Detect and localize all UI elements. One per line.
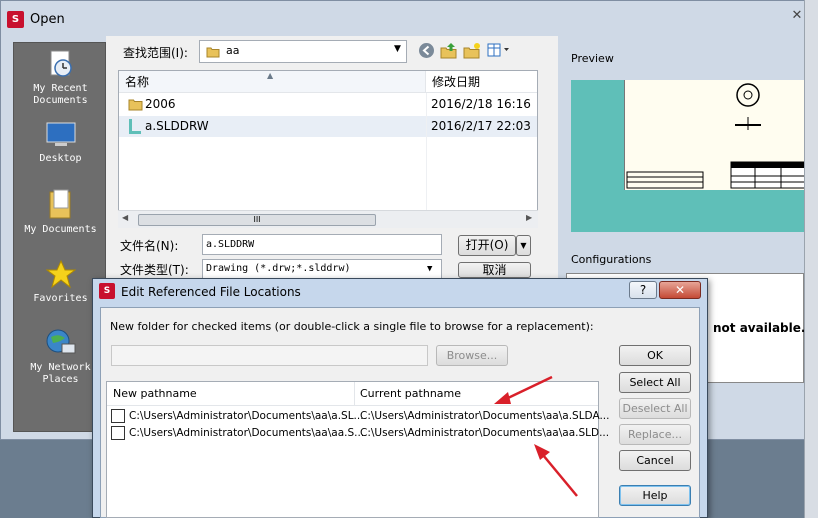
- file-name: a.SLDDRW: [145, 119, 209, 133]
- place-label: My Recent Documents: [33, 83, 88, 106]
- look-in-combo[interactable]: aa ▼: [199, 40, 407, 63]
- folder-icon: [128, 99, 143, 111]
- file-modified: 2016/2/17 22:03: [431, 119, 531, 133]
- file-list[interactable]: 名称 ▲ 修改日期 2006 2016/2/18 16:16 a.SLDDRW …: [118, 70, 538, 228]
- desktop-icon: [46, 122, 75, 146]
- column-header-name[interactable]: 名称 ▲: [119, 71, 426, 93]
- file-modified: 2016/2/18 16:16: [431, 97, 531, 111]
- column-divider: [354, 382, 355, 406]
- help-button[interactable]: Help: [619, 485, 691, 506]
- place-my-documents[interactable]: My Documents: [14, 188, 107, 236]
- reference-list-header: New pathname Current pathname: [107, 382, 598, 406]
- sort-ascending-icon: ▲: [267, 71, 274, 80]
- column-header-current-pathname[interactable]: Current pathname: [360, 382, 461, 406]
- look-in-value: aa: [226, 44, 240, 57]
- column-divider: [426, 93, 427, 213]
- chevron-down-icon: ▼: [394, 44, 401, 54]
- close-caption-button[interactable]: ✕: [659, 281, 701, 299]
- place-desktop[interactable]: Desktop: [14, 121, 107, 165]
- instruction-text: New folder for checked items (or double-…: [110, 320, 594, 333]
- horizontal-scrollbar[interactable]: ◀ III ▶: [118, 210, 538, 228]
- edit-references-title: Edit Referenced File Locations: [121, 285, 301, 299]
- preview-label: Preview: [571, 52, 614, 65]
- open-dialog-title: Open: [30, 12, 65, 27]
- favorites-star-icon: [45, 259, 76, 289]
- chevron-down-icon: ▼: [427, 264, 433, 274]
- reference-list[interactable]: New pathname Current pathname C:\Users\A…: [106, 381, 609, 518]
- scroll-left-icon[interactable]: ◀: [122, 213, 128, 222]
- new-pathname-cell: C:\Users\Administrator\Documents\aa\a.SL…: [129, 410, 364, 422]
- list-item-selected[interactable]: a.SLDDRW 2016/2/17 22:03: [119, 116, 537, 137]
- ok-button[interactable]: OK: [619, 345, 691, 366]
- new-folder-input[interactable]: [111, 345, 428, 366]
- column-header-label: 名称: [125, 75, 150, 89]
- file-name: 2006: [145, 97, 176, 111]
- scroll-right-icon[interactable]: ▶: [526, 213, 532, 222]
- place-label: Desktop: [39, 153, 82, 164]
- preview-thumbnail: [571, 80, 806, 232]
- folder-icon: [206, 47, 220, 58]
- file-type-label: 文件类型(T):: [120, 263, 189, 277]
- current-pathname-cell: C:\Users\Administrator\Documents\aa\aa.S…: [360, 427, 610, 439]
- list-item[interactable]: 2006 2016/2/18 16:16: [119, 94, 537, 115]
- file-type-value: Drawing (*.drw;*.slddrw): [206, 263, 351, 274]
- open-button[interactable]: 打开(O): [458, 235, 516, 256]
- replace-button[interactable]: Replace...: [619, 424, 691, 445]
- current-pathname-cell: C:\Users\Administrator\Documents\aa\a.SL…: [360, 410, 610, 422]
- up-folder-icon[interactable]: [440, 42, 458, 60]
- recent-documents-icon: [50, 50, 72, 77]
- background-window-edge: [804, 0, 818, 518]
- select-all-button[interactable]: Select All: [619, 372, 691, 393]
- file-name-input[interactable]: a.SLDDRW: [202, 234, 442, 255]
- open-dialog-titlebar[interactable]: [1, 1, 818, 37]
- row-checkbox[interactable]: [111, 426, 125, 440]
- back-icon[interactable]: [417, 42, 435, 60]
- scroll-thumb[interactable]: III: [138, 214, 376, 226]
- cancel-button[interactable]: 取消: [458, 262, 531, 278]
- table-row[interactable]: C:\Users\Administrator\Documents\aa\a.SL…: [111, 408, 609, 425]
- help-caption-button[interactable]: ?: [629, 281, 657, 299]
- open-options-chevron-icon[interactable]: ▼: [516, 235, 531, 256]
- configurations-label: Configurations: [571, 253, 652, 266]
- cancel-button[interactable]: Cancel: [619, 450, 691, 471]
- solidworks-logo-icon: S: [99, 283, 115, 299]
- place-recent-documents[interactable]: My Recent Documents: [14, 49, 107, 107]
- new-pathname-cell: C:\Users\Administrator\Documents\aa\aa.S…: [129, 427, 365, 439]
- place-label: My Documents: [24, 224, 97, 235]
- browse-button[interactable]: Browse...: [436, 345, 508, 366]
- column-header-label: 修改日期: [432, 75, 481, 89]
- configurations-message: not available.: [713, 321, 806, 335]
- views-menu-icon[interactable]: [487, 42, 515, 60]
- my-documents-icon: [49, 189, 70, 219]
- new-folder-icon[interactable]: [463, 42, 481, 60]
- table-row[interactable]: C:\Users\Administrator\Documents\aa\aa.S…: [111, 425, 609, 442]
- look-in-label: 查找范围(I):: [123, 46, 188, 60]
- drawing-sheet-preview: [624, 80, 806, 190]
- column-header-new-pathname[interactable]: New pathname: [113, 382, 197, 406]
- row-checkbox[interactable]: [111, 409, 125, 423]
- drawing-file-icon: [129, 119, 141, 134]
- column-header-modified[interactable]: 修改日期: [426, 71, 537, 93]
- solidworks-logo-icon: S: [7, 11, 24, 28]
- file-name-label: 文件名(N):: [120, 239, 179, 253]
- deselect-all-button[interactable]: Deselect All: [619, 398, 691, 419]
- file-type-select[interactable]: Drawing (*.drw;*.slddrw) ▼: [202, 259, 442, 279]
- network-places-icon: [46, 329, 75, 354]
